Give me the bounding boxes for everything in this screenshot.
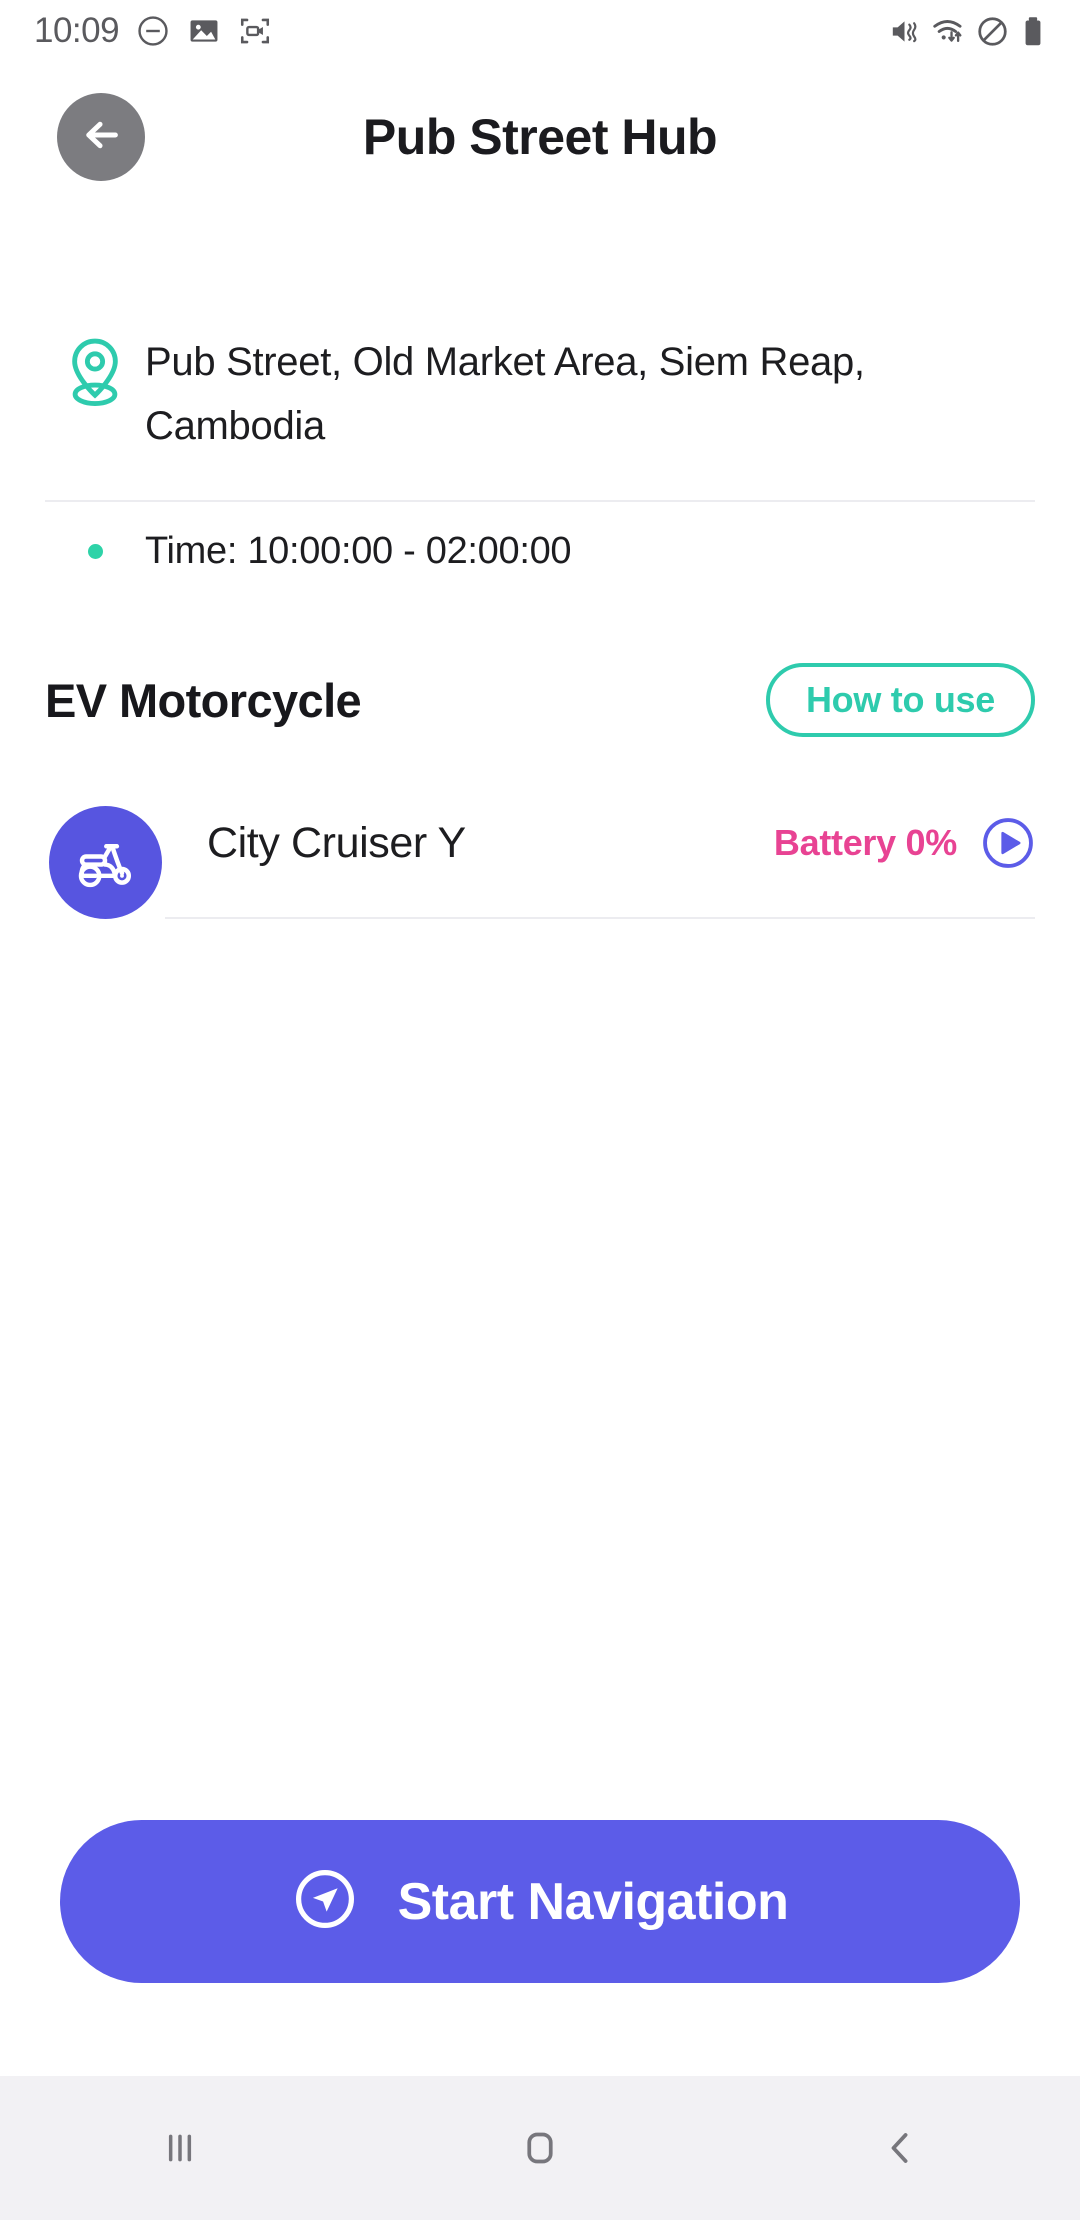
vehicle-name: City Cruiser Y — [207, 818, 466, 867]
system-navigation-bar — [0, 2076, 1080, 2220]
vehicle-list-item[interactable]: City Cruiser Y Battery 0% — [45, 805, 1035, 919]
vehicle-status-group: Battery 0% — [774, 816, 1035, 870]
wifi-icon — [932, 15, 965, 48]
time-bullet — [45, 544, 145, 559]
screen-recorder-icon — [238, 14, 272, 48]
mute-vibrate-icon — [888, 15, 921, 48]
vehicle-icon-wrap — [45, 805, 165, 919]
app-header: Pub Street Hub — [0, 62, 1080, 212]
location-address-text: Pub Street, Old Market Area, Siem Reap, … — [145, 340, 865, 448]
play-circle-icon[interactable] — [981, 816, 1035, 870]
navigation-arrow-icon — [292, 1866, 358, 1937]
dnd-minus-icon — [136, 14, 170, 48]
back-chevron-icon[interactable] — [800, 2076, 1000, 2220]
vehicle-row-body: City Cruiser Y Battery 0% — [165, 805, 1035, 919]
gallery-image-icon — [187, 14, 221, 48]
back-button[interactable] — [57, 93, 145, 181]
home-icon[interactable] — [440, 2076, 640, 2220]
address-divider — [45, 500, 1035, 502]
status-clock: 10:09 — [34, 11, 120, 50]
status-bar-right — [888, 15, 1046, 48]
location-pin-icon — [45, 330, 145, 410]
battery-icon — [1020, 15, 1046, 48]
location-address-row: Pub Street, Old Market Area, Siem Reap, … — [45, 330, 1035, 458]
status-bar: 10:09 — [0, 0, 1080, 62]
start-navigation-button[interactable]: Start Navigation — [60, 1820, 1020, 1983]
how-to-use-button[interactable]: How to use — [765, 663, 1035, 737]
recents-icon[interactable] — [80, 2076, 280, 2220]
operating-time-text: Time: 10:00:00 - 02:00:00 — [145, 530, 572, 572]
operating-time-row: Time: 10:00:00 - 02:00:00 — [45, 530, 1035, 573]
start-navigation-label: Start Navigation — [397, 1872, 789, 1931]
ev-section-header: EV Motorcycle How to use — [45, 655, 1035, 745]
scooter-icon — [48, 805, 162, 919]
blocked-circle-icon — [976, 15, 1009, 48]
battery-status: Battery 0% — [773, 822, 957, 863]
page-title: Pub Street Hub — [362, 109, 718, 165]
status-bar-left: 10:09 — [34, 11, 272, 51]
section-title: EV Motorcycle — [45, 673, 362, 727]
arrow-left-icon — [78, 112, 124, 163]
